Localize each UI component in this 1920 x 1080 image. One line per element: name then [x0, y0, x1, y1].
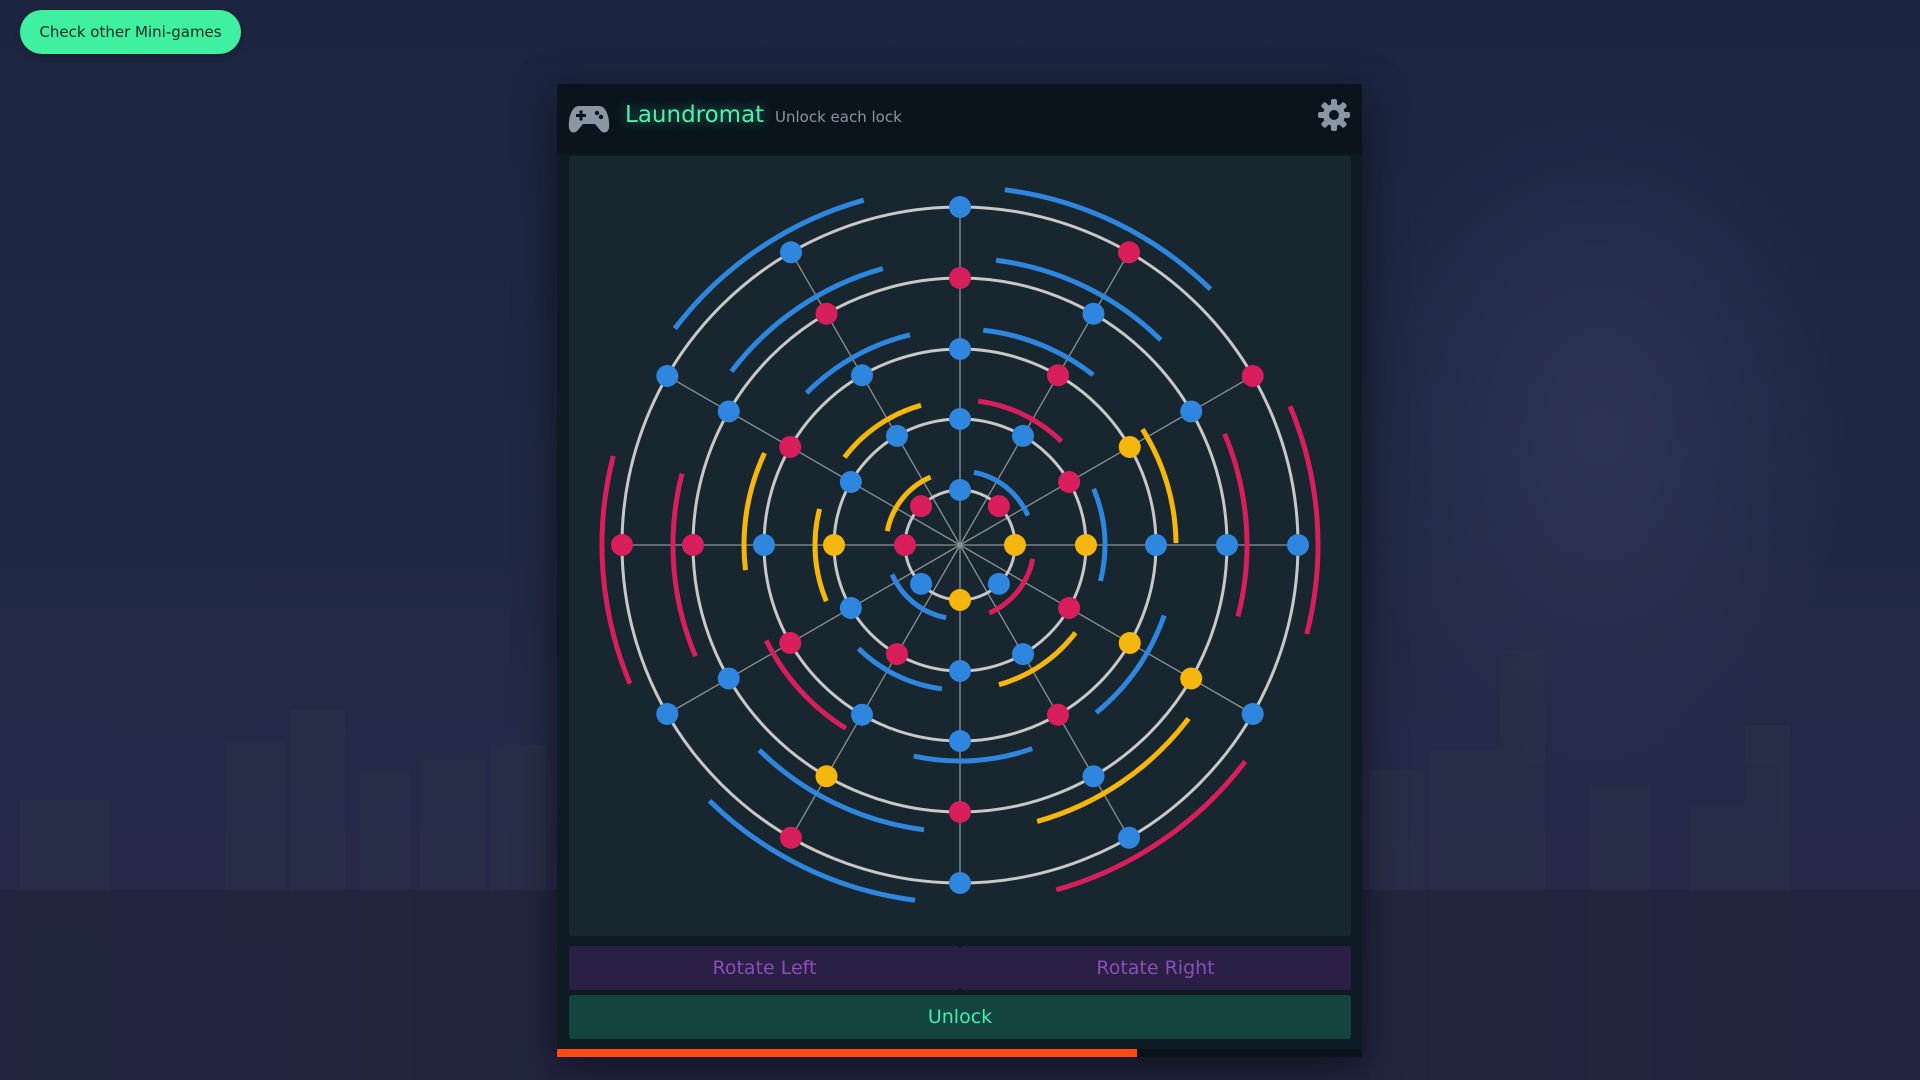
- lock-node: [1058, 471, 1081, 493]
- lock-node: [886, 643, 908, 666]
- lock-board[interactable]: [569, 156, 1351, 936]
- lock-node: [1047, 364, 1069, 387]
- arc-segment: [757, 748, 925, 833]
- spoke-line: [959, 375, 1254, 546]
- game-panel: Laundromat Unlock each lock Rotate Left …: [557, 84, 1362, 1057]
- arc-segment: [1036, 717, 1191, 824]
- lock-node: [987, 572, 1010, 595]
- lock-node: [949, 196, 971, 218]
- lock-node: [815, 765, 838, 788]
- lock-node: [1047, 703, 1069, 726]
- timer-track: [557, 1049, 1362, 1057]
- lock-node: [886, 424, 908, 447]
- lock-node: [910, 495, 933, 518]
- lock-puzzle[interactable]: [569, 156, 1351, 936]
- lock-node: [1216, 534, 1238, 556]
- lock-node: [851, 703, 873, 726]
- lock-node: [1118, 241, 1140, 264]
- arc-segment: [998, 631, 1078, 688]
- lock-node: [894, 534, 916, 556]
- lock-node: [949, 589, 971, 611]
- lock-node: [1012, 643, 1034, 666]
- lock-node: [949, 479, 971, 501]
- spoke-line: [666, 544, 961, 715]
- lock-node: [949, 338, 971, 360]
- gamepad-icon: [568, 106, 610, 133]
- lock-node: [949, 660, 971, 682]
- lock-node: [949, 730, 971, 752]
- lock-node: [780, 826, 802, 849]
- arc-segment: [842, 402, 922, 459]
- arc-segment: [1222, 432, 1250, 617]
- spoke-line: [666, 375, 961, 546]
- lock-node: [851, 364, 873, 387]
- lock-node: [780, 241, 802, 264]
- game-subtitle: Unlock each lock: [775, 108, 902, 126]
- lock-node: [717, 400, 740, 423]
- rotate-right-button[interactable]: Rotate Right: [960, 946, 1351, 990]
- unlock-button[interactable]: Unlock: [569, 995, 1351, 1039]
- rotate-left-button[interactable]: Rotate Left: [569, 946, 960, 990]
- lock-node: [1145, 534, 1167, 556]
- arc-segment: [763, 639, 848, 731]
- gear-icon[interactable]: [1316, 97, 1352, 133]
- game-title: Laundromat: [625, 102, 765, 128]
- lock-node: [1004, 534, 1026, 556]
- arc-segment: [995, 257, 1163, 342]
- lock-node: [682, 534, 704, 556]
- lock-node: [1180, 667, 1203, 690]
- lock-node: [815, 302, 838, 325]
- lock-node: [1082, 765, 1105, 788]
- lock-node: [1118, 632, 1141, 654]
- lock-node: [1058, 597, 1081, 619]
- lock-node: [949, 267, 971, 289]
- lock-node: [1241, 703, 1264, 725]
- lock-node: [1082, 302, 1105, 325]
- lock-node: [839, 471, 862, 493]
- lock-node: [1118, 436, 1141, 458]
- lock-node: [753, 534, 775, 556]
- lock-node: [839, 597, 862, 619]
- lock-node: [779, 632, 802, 654]
- lock-node: [1118, 826, 1140, 849]
- lock-node: [823, 534, 845, 556]
- lock-node: [779, 436, 802, 458]
- lock-node: [949, 801, 971, 823]
- panel-header: Laundromat Unlock each lock: [557, 84, 1362, 154]
- spoke-line: [959, 544, 1254, 715]
- lock-node: [1241, 365, 1264, 387]
- lock-node: [656, 703, 679, 725]
- lock-node: [949, 872, 971, 894]
- arc-segment: [913, 746, 1034, 764]
- lock-node: [987, 495, 1010, 518]
- arc-segment: [670, 473, 698, 658]
- lock-node: [949, 408, 971, 430]
- timer-bar: [557, 1049, 1137, 1057]
- lock-node: [717, 667, 740, 690]
- lock-node: [910, 572, 933, 595]
- lock-node: [1075, 534, 1097, 556]
- other-minigames-button[interactable]: Check other Mini-games: [20, 10, 241, 54]
- lock-node: [611, 534, 633, 556]
- lock-node: [1012, 424, 1034, 447]
- lock-node: [1180, 400, 1203, 423]
- arc-segment: [812, 508, 829, 603]
- arc-segment: [1091, 487, 1108, 582]
- lock-node: [1287, 534, 1309, 556]
- lock-node: [656, 365, 679, 387]
